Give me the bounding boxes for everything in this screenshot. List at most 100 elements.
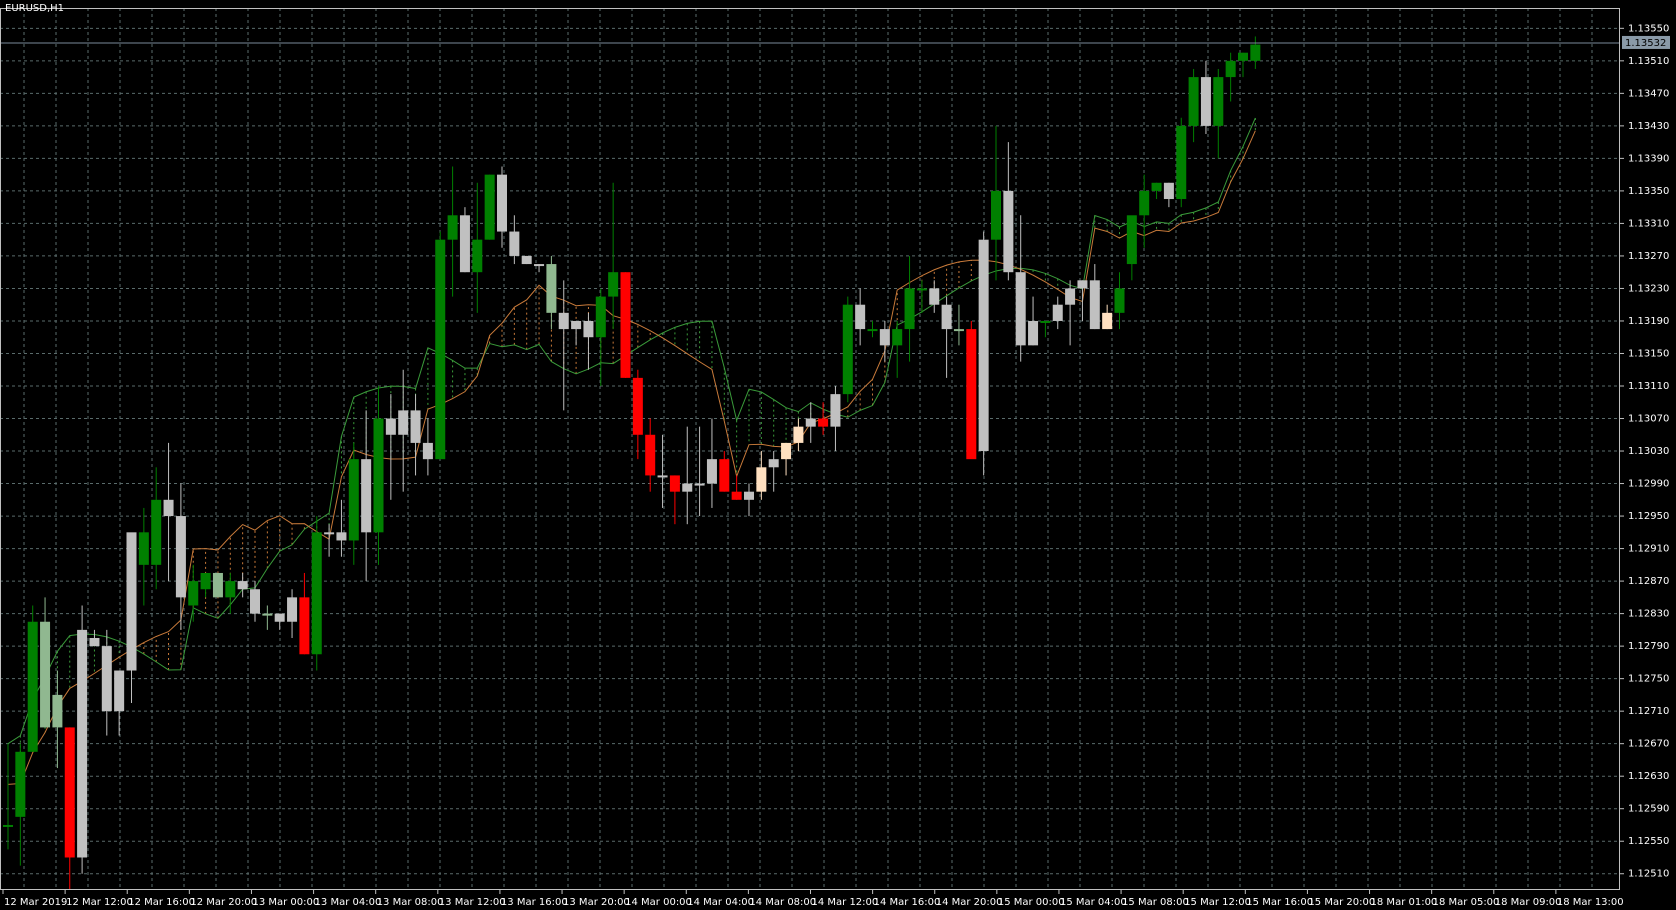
candle[interactable] xyxy=(558,280,569,411)
candle[interactable] xyxy=(274,613,285,630)
candle[interactable] xyxy=(311,516,322,671)
candle[interactable] xyxy=(212,572,223,598)
candle[interactable] xyxy=(991,125,1001,281)
candle[interactable] xyxy=(163,442,174,582)
candle[interactable] xyxy=(966,320,977,460)
candle[interactable] xyxy=(1225,52,1236,102)
candle[interactable] xyxy=(1089,264,1100,330)
candle[interactable] xyxy=(422,418,433,476)
candle[interactable] xyxy=(1188,68,1199,143)
candle[interactable] xyxy=(52,670,63,769)
candle[interactable] xyxy=(361,410,372,582)
candle[interactable] xyxy=(793,418,804,452)
candle[interactable] xyxy=(781,442,792,476)
candle[interactable] xyxy=(1250,36,1261,69)
candle[interactable] xyxy=(731,475,742,500)
candle[interactable] xyxy=(1151,182,1162,200)
candle[interactable] xyxy=(151,467,162,590)
candle[interactable] xyxy=(867,320,878,338)
candle[interactable] xyxy=(3,743,13,850)
candle[interactable] xyxy=(892,320,903,378)
candle[interactable] xyxy=(373,386,384,565)
candle[interactable] xyxy=(200,572,211,598)
candle[interactable] xyxy=(509,215,520,265)
candle[interactable] xyxy=(385,394,396,500)
candle[interactable] xyxy=(398,369,409,492)
candle[interactable] xyxy=(89,629,100,647)
candle[interactable] xyxy=(262,605,273,630)
candle[interactable] xyxy=(842,296,853,403)
candle[interactable] xyxy=(941,296,952,378)
candle[interactable] xyxy=(114,670,125,736)
candle[interactable] xyxy=(744,483,754,517)
candle[interactable] xyxy=(1003,142,1014,281)
candle[interactable] xyxy=(706,418,717,508)
candle[interactable] xyxy=(77,605,88,874)
candle[interactable] xyxy=(64,727,75,890)
candle[interactable] xyxy=(1102,304,1113,330)
candle[interactable] xyxy=(756,451,767,500)
candle[interactable] xyxy=(188,564,199,622)
candle[interactable] xyxy=(595,288,606,386)
candle[interactable] xyxy=(175,483,186,630)
candle[interactable] xyxy=(1052,296,1063,330)
candle[interactable] xyxy=(1213,68,1224,159)
candle[interactable] xyxy=(571,320,582,346)
candle[interactable] xyxy=(1015,215,1026,362)
price-chart[interactable]: 1.13550 1.13510 1.13470 1.13430 1.13390 1.133… xyxy=(0,0,1676,910)
candle[interactable] xyxy=(830,386,841,452)
candle[interactable] xyxy=(546,255,557,330)
candle[interactable] xyxy=(472,182,483,313)
candle[interactable] xyxy=(657,434,668,508)
candle[interactable] xyxy=(583,312,594,370)
candle[interactable] xyxy=(669,475,680,525)
candle[interactable] xyxy=(855,288,866,346)
candle[interactable] xyxy=(1040,320,1051,338)
candle[interactable] xyxy=(126,532,137,704)
candle[interactable] xyxy=(225,572,236,614)
candle[interactable] xyxy=(1176,117,1187,208)
candle[interactable] xyxy=(719,451,730,492)
candle[interactable] xyxy=(645,418,656,492)
candle[interactable] xyxy=(1028,296,1039,346)
candle[interactable] xyxy=(435,231,446,460)
candle[interactable] xyxy=(287,589,298,638)
candle[interactable] xyxy=(1163,182,1174,208)
candle[interactable] xyxy=(1126,215,1137,281)
candle-body xyxy=(793,426,804,443)
y-tick-label: 1.13350 xyxy=(1628,186,1669,197)
candle-body xyxy=(1003,190,1014,273)
candle[interactable] xyxy=(805,402,816,443)
candle[interactable] xyxy=(410,394,421,476)
candle[interactable] xyxy=(484,174,495,240)
candle[interactable] xyxy=(916,280,927,313)
candle[interactable] xyxy=(299,572,310,655)
candle[interactable] xyxy=(620,272,631,378)
candle[interactable] xyxy=(15,743,26,866)
candle[interactable] xyxy=(1065,280,1076,346)
candle[interactable] xyxy=(138,507,149,606)
candle[interactable] xyxy=(953,304,964,346)
x-tick-label: 12 Mar 12:00 xyxy=(66,897,133,908)
candle[interactable] xyxy=(348,442,359,565)
candle[interactable] xyxy=(1139,174,1150,248)
candle[interactable] xyxy=(459,207,470,273)
candle[interactable] xyxy=(250,581,260,622)
candle[interactable] xyxy=(324,524,335,557)
y-tick-label: 1.13510 xyxy=(1628,56,1669,67)
candle[interactable] xyxy=(978,231,989,476)
candle[interactable] xyxy=(768,451,779,492)
candle[interactable] xyxy=(40,597,51,728)
candle[interactable] xyxy=(1200,60,1211,134)
candle[interactable] xyxy=(447,166,458,297)
candle[interactable] xyxy=(682,426,693,525)
candle[interactable] xyxy=(497,166,507,248)
candle[interactable] xyxy=(904,255,915,362)
candle[interactable] xyxy=(608,182,619,330)
candle[interactable] xyxy=(521,255,532,265)
candle[interactable] xyxy=(27,605,38,752)
candle[interactable] xyxy=(632,369,643,460)
chart-window[interactable]: 1.13550 1.13510 1.13470 1.13430 1.13390 1.133… xyxy=(0,0,1676,910)
candle-body xyxy=(953,329,964,332)
candle[interactable] xyxy=(929,280,940,313)
